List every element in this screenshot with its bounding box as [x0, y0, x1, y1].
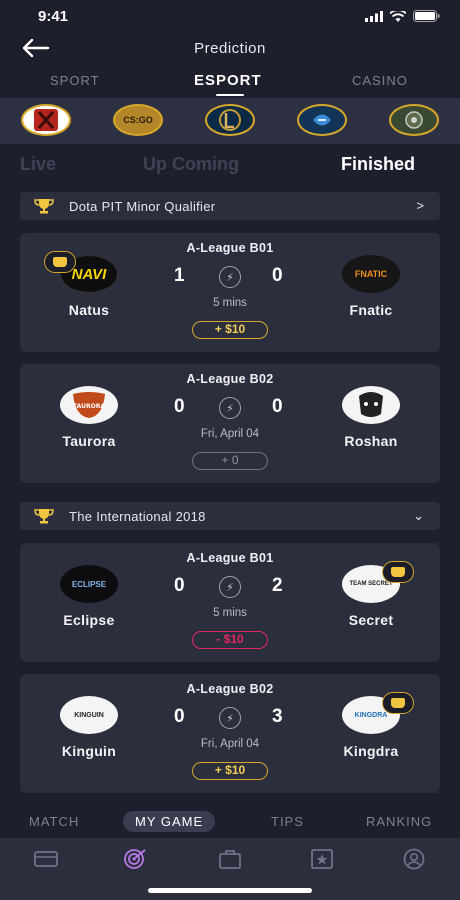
tournament-header[interactable]: Dota PIT Minor Qualifier > — [20, 192, 440, 220]
tab-match[interactable]: MATCH — [29, 814, 79, 829]
score-left: 0 — [174, 575, 185, 596]
league-name: A-League B01 — [186, 551, 274, 565]
lol-icon — [219, 109, 241, 131]
team-logo-right — [342, 386, 400, 424]
lightning-icon: ⚡ — [219, 576, 241, 598]
lightning-icon: ⚡ — [219, 707, 241, 729]
lightning-icon: ⚡ — [219, 266, 241, 288]
tab-casino[interactable]: CASINO — [352, 73, 408, 88]
svg-text:TAURORA: TAURORA — [73, 403, 105, 410]
game-dota2[interactable] — [21, 104, 71, 136]
status-bar: 9:41 — [0, 0, 460, 34]
tab-esport[interactable]: ESPORT — [194, 72, 262, 89]
tab-ranking[interactable]: RANKING — [366, 814, 432, 829]
nav-header: Prediction — [0, 34, 460, 66]
signal-icon — [365, 10, 383, 22]
trophy-icon — [34, 199, 54, 214]
lightning-icon: ⚡ — [219, 397, 241, 419]
league-name: A-League B01 — [186, 241, 274, 255]
tournament-name: Dota PIT Minor Qualifier — [69, 199, 216, 214]
profile-icon[interactable] — [401, 848, 427, 870]
starcraft-icon — [313, 114, 331, 126]
score-right: 0 — [272, 396, 283, 417]
match-date: Fri, April 04 — [200, 738, 260, 750]
tab-live[interactable]: Live — [20, 154, 56, 175]
match-date: Fri, April 04 — [200, 428, 260, 440]
winner-crown-icon — [44, 251, 76, 273]
match-card[interactable]: A-League B02 KINGUIN KINGDRA Kinguin Kin… — [20, 674, 440, 793]
status-time: 9:41 — [38, 8, 69, 25]
team-logo-right: FNATIC — [342, 255, 400, 293]
wifi-icon — [390, 10, 406, 22]
match-card[interactable]: A-League B02 TAURORA Taurora Roshan 0 ⚡ … — [20, 364, 440, 483]
target-icon[interactable] — [122, 848, 148, 870]
score-left: 1 — [174, 265, 185, 286]
active-tab-indicator — [216, 94, 244, 96]
chevron-down-icon: ⌄ — [413, 508, 424, 523]
score-left: 0 — [174, 396, 185, 417]
game-selector: CS:GO — [0, 98, 460, 144]
chevron-right-icon: > — [416, 198, 424, 213]
bag-icon[interactable] — [217, 848, 243, 870]
match-card[interactable]: A-League B01 ECLIPSE TEAM SECRET Eclipse… — [20, 543, 440, 662]
score-right: 3 — [272, 706, 283, 727]
tournament-header[interactable]: The International 2018 ⌄ — [20, 502, 440, 530]
trophy-icon — [34, 509, 54, 524]
tab-finished[interactable]: Finished — [341, 154, 415, 175]
csgo-icon: CS:GO — [123, 115, 153, 125]
bet-result-badge: - $10 — [192, 631, 268, 649]
match-time: 5 mins — [213, 297, 247, 309]
game-starcraft[interactable] — [297, 104, 347, 136]
tournament-name: The International 2018 — [69, 509, 206, 524]
tab-my-game[interactable]: MY GAME — [123, 811, 216, 832]
status-tabs: Live Up Coming Finished — [0, 150, 460, 180]
bet-result-badge: + $10 — [192, 762, 268, 780]
game-overwatch[interactable] — [389, 104, 439, 136]
team-logo-left: ECLIPSE — [60, 565, 118, 603]
league-name: A-League B02 — [186, 682, 274, 696]
section-tabs: MATCH MY GAME TIPS RANKING — [0, 808, 460, 838]
score-right: 2 — [272, 575, 283, 596]
category-tabs: SPORT ESPORT CASINO — [0, 66, 460, 98]
star-icon[interactable] — [309, 848, 335, 870]
winner-crown-icon — [382, 561, 414, 583]
dota2-icon — [34, 109, 58, 131]
winner-crown-icon — [382, 692, 414, 714]
league-name: A-League B02 — [186, 372, 274, 386]
ticket-icon[interactable] — [33, 848, 59, 870]
home-indicator[interactable] — [148, 888, 312, 893]
match-card[interactable]: A-League B01 NAVI FNATIC Natus Fnatic 1 … — [20, 233, 440, 352]
tab-tips[interactable]: TIPS — [271, 814, 304, 829]
game-lol[interactable] — [205, 104, 255, 136]
bet-result-badge: + 0 — [192, 452, 268, 470]
match-time: 5 mins — [213, 607, 247, 619]
score-left: 0 — [174, 706, 185, 727]
bet-result-badge: + $10 — [192, 321, 268, 339]
team-logo-left: TAURORA — [60, 386, 118, 424]
game-csgo[interactable]: CS:GO — [113, 104, 163, 136]
tab-upcoming[interactable]: Up Coming — [143, 154, 239, 175]
battery-icon — [413, 10, 440, 22]
tab-sport[interactable]: SPORT — [50, 73, 100, 88]
team-logo-left: KINGUIN — [60, 696, 118, 734]
overwatch-icon — [405, 111, 423, 129]
score-right: 0 — [272, 265, 283, 286]
page-title: Prediction — [194, 40, 266, 57]
